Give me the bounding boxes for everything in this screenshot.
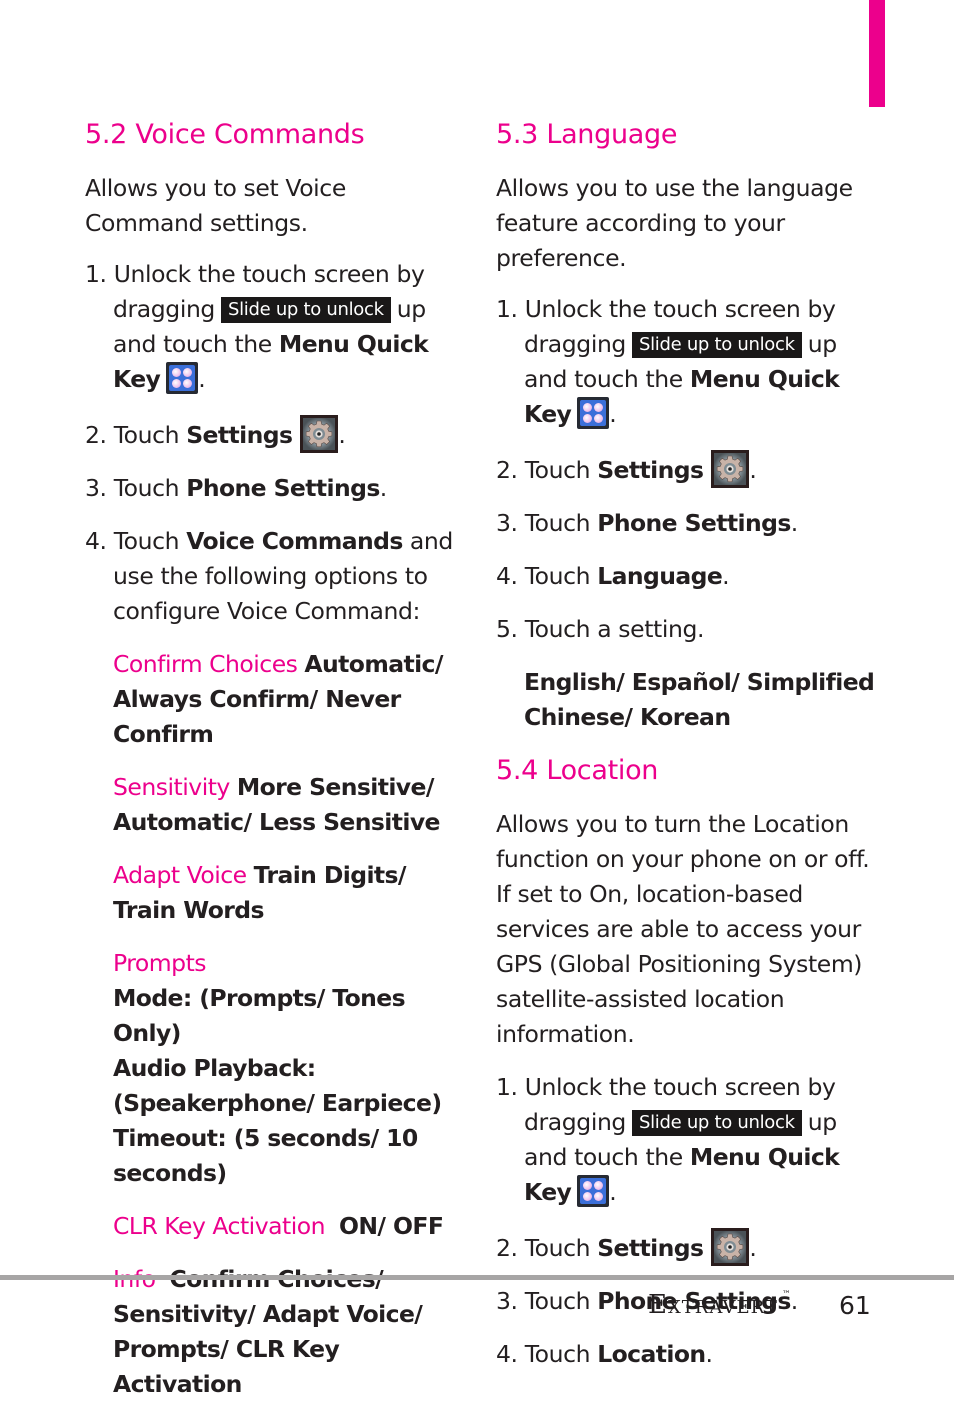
step-number: 1. <box>496 295 518 323</box>
step-4: 4. Touch Voice Commands and use the foll… <box>85 524 465 629</box>
brand-name: Extravert <box>648 1290 778 1320</box>
section-heading: 5.2 Voice Commands <box>85 119 365 150</box>
step-text: Touch <box>113 421 180 449</box>
option-label: Adapt Voice <box>113 861 247 889</box>
step-3: 3. Touch Phone Settings. <box>85 471 465 506</box>
option-label: Sensitivity <box>113 773 230 801</box>
location-label: Location <box>597 1340 706 1368</box>
step-number: 5. <box>496 615 518 643</box>
option-confirm-choices: Confirm Choices Automatic/ Always Confir… <box>113 647 465 752</box>
step-punct: . <box>198 365 206 393</box>
option-label: Prompts <box>113 949 207 977</box>
step-3: 3. Touch Phone Settings. <box>496 506 876 541</box>
step-number: 4. <box>496 562 518 590</box>
option-values: Audio Playback: (Speakerphone/ Earpiece) <box>113 1054 442 1117</box>
step-text: Touch <box>113 527 180 555</box>
section-tab-marker <box>869 0 885 107</box>
trademark-symbol: ™ <box>781 1290 791 1300</box>
step-number: 3. <box>496 1287 518 1315</box>
step-2: 2. Touch Settings. <box>496 1228 876 1266</box>
slide-to-unlock-badge: Slide up to unlock <box>631 1110 802 1136</box>
section-heading: 5.3 Language <box>496 119 678 150</box>
step-number: 2. <box>496 456 518 484</box>
step-4: 4. Touch Location. <box>496 1337 876 1372</box>
settings-label: Settings <box>597 1234 704 1262</box>
step-punct: . <box>790 509 798 537</box>
slide-to-unlock-badge: Slide up to unlock <box>631 332 802 358</box>
step-5: 5. Touch a setting. <box>496 612 876 647</box>
step-text: Touch <box>524 562 591 590</box>
step-punct: . <box>379 474 387 502</box>
option-info: Info Confirm Choices/ Sensitivity/ Adapt… <box>113 1262 465 1402</box>
option-values: Mode: (Prompts/ Tones Only) <box>113 984 406 1047</box>
step-number: 4. <box>85 527 107 555</box>
step-number: 2. <box>85 421 107 449</box>
step-1: 1. Unlock the touch screen by dragging Sl… <box>496 1070 876 1210</box>
settings-gear-icon <box>300 415 339 453</box>
section-intro: Allows you to use the language feature a… <box>496 174 853 272</box>
step-4: 4. Touch Language. <box>496 559 876 594</box>
option-values: Confirm Choices/ Sensitivity/ Adapt Voic… <box>113 1265 423 1398</box>
step-punct: . <box>722 562 730 590</box>
step-number: 2. <box>496 1234 518 1262</box>
step-text: Touch <box>524 1287 591 1315</box>
settings-label: Settings <box>186 421 293 449</box>
option-sensitivity: Sensitivity More Sensitive/ Automatic/ L… <box>113 770 465 840</box>
step-2: 2. Touch Settings. <box>85 415 465 453</box>
option-label: CLR Key Activation <box>113 1212 326 1240</box>
step-punct: . <box>705 1340 713 1368</box>
step-punct: . <box>749 1234 757 1262</box>
settings-label: Settings <box>597 456 704 484</box>
step-text: Touch a setting. <box>524 615 705 643</box>
settings-gear-icon <box>711 1228 750 1266</box>
step-number: 1. <box>496 1073 518 1101</box>
option-adapt-voice: Adapt Voice Train Digits/ Train Words <box>113 858 465 928</box>
step-punct: . <box>790 1287 798 1315</box>
step-text: Touch <box>524 509 591 537</box>
page-number: 61 <box>839 1291 871 1320</box>
footer-divider <box>0 1275 954 1280</box>
section-intro: Allows you to turn the Location function… <box>496 810 870 1048</box>
slide-to-unlock-badge: Slide up to unlock <box>220 297 391 323</box>
option-values: English/ Español/ Simplified Chinese/ Ko… <box>524 668 875 731</box>
step-number: 3. <box>496 509 518 537</box>
step-text: Touch <box>524 1234 591 1262</box>
step-1: 1. Unlock the touch screen by dragging Sl… <box>85 257 465 397</box>
voice-commands-label: Voice Commands <box>186 527 403 555</box>
step-punct: . <box>609 1178 617 1206</box>
menu-quick-key-icon <box>577 1175 610 1207</box>
step-text: Touch <box>113 474 180 502</box>
step-1: 1. Unlock the touch screen by dragging Sl… <box>496 292 876 432</box>
menu-quick-key-icon <box>166 362 199 394</box>
step-punct: . <box>609 400 617 428</box>
voice-commands-section: 5.2 Voice Commands Allows you to set Voi… <box>85 113 465 1420</box>
right-column: 5.3 Language Allows you to use the langu… <box>496 113 876 1390</box>
option-values: ON/ OFF <box>338 1212 444 1240</box>
step-text: Touch <box>524 456 591 484</box>
language-section: 5.3 Language Allows you to use the langu… <box>496 113 876 735</box>
settings-gear-icon <box>711 450 750 488</box>
step-punct: . <box>749 456 757 484</box>
option-clr-key-activation: CLR Key Activation ON/ OFF <box>113 1209 465 1244</box>
option-prompts: Prompts Mode: (Prompts/ Tones Only) Audi… <box>113 946 465 1191</box>
step-number: 3. <box>85 474 107 502</box>
brand-logo: Extravert ™ <box>648 1290 791 1320</box>
language-choices: English/ Español/ Simplified Chinese/ Ko… <box>524 665 876 735</box>
step-text: Touch <box>524 1340 591 1368</box>
section-heading: 5.4 Location <box>496 755 659 786</box>
step-number: 1. <box>85 260 107 288</box>
option-values: Timeout: (5 seconds/ 10 seconds) <box>113 1124 418 1187</box>
phone-settings-label: Phone Settings <box>597 509 791 537</box>
phone-settings-label: Phone Settings <box>186 474 380 502</box>
step-2: 2. Touch Settings. <box>496 450 876 488</box>
section-intro: Allows you to set Voice Command settings… <box>85 174 346 237</box>
option-label: Confirm Choices <box>113 650 298 678</box>
step-number: 4. <box>496 1340 518 1368</box>
step-punct: . <box>338 421 346 449</box>
language-label: Language <box>597 562 723 590</box>
menu-quick-key-icon <box>577 397 610 429</box>
